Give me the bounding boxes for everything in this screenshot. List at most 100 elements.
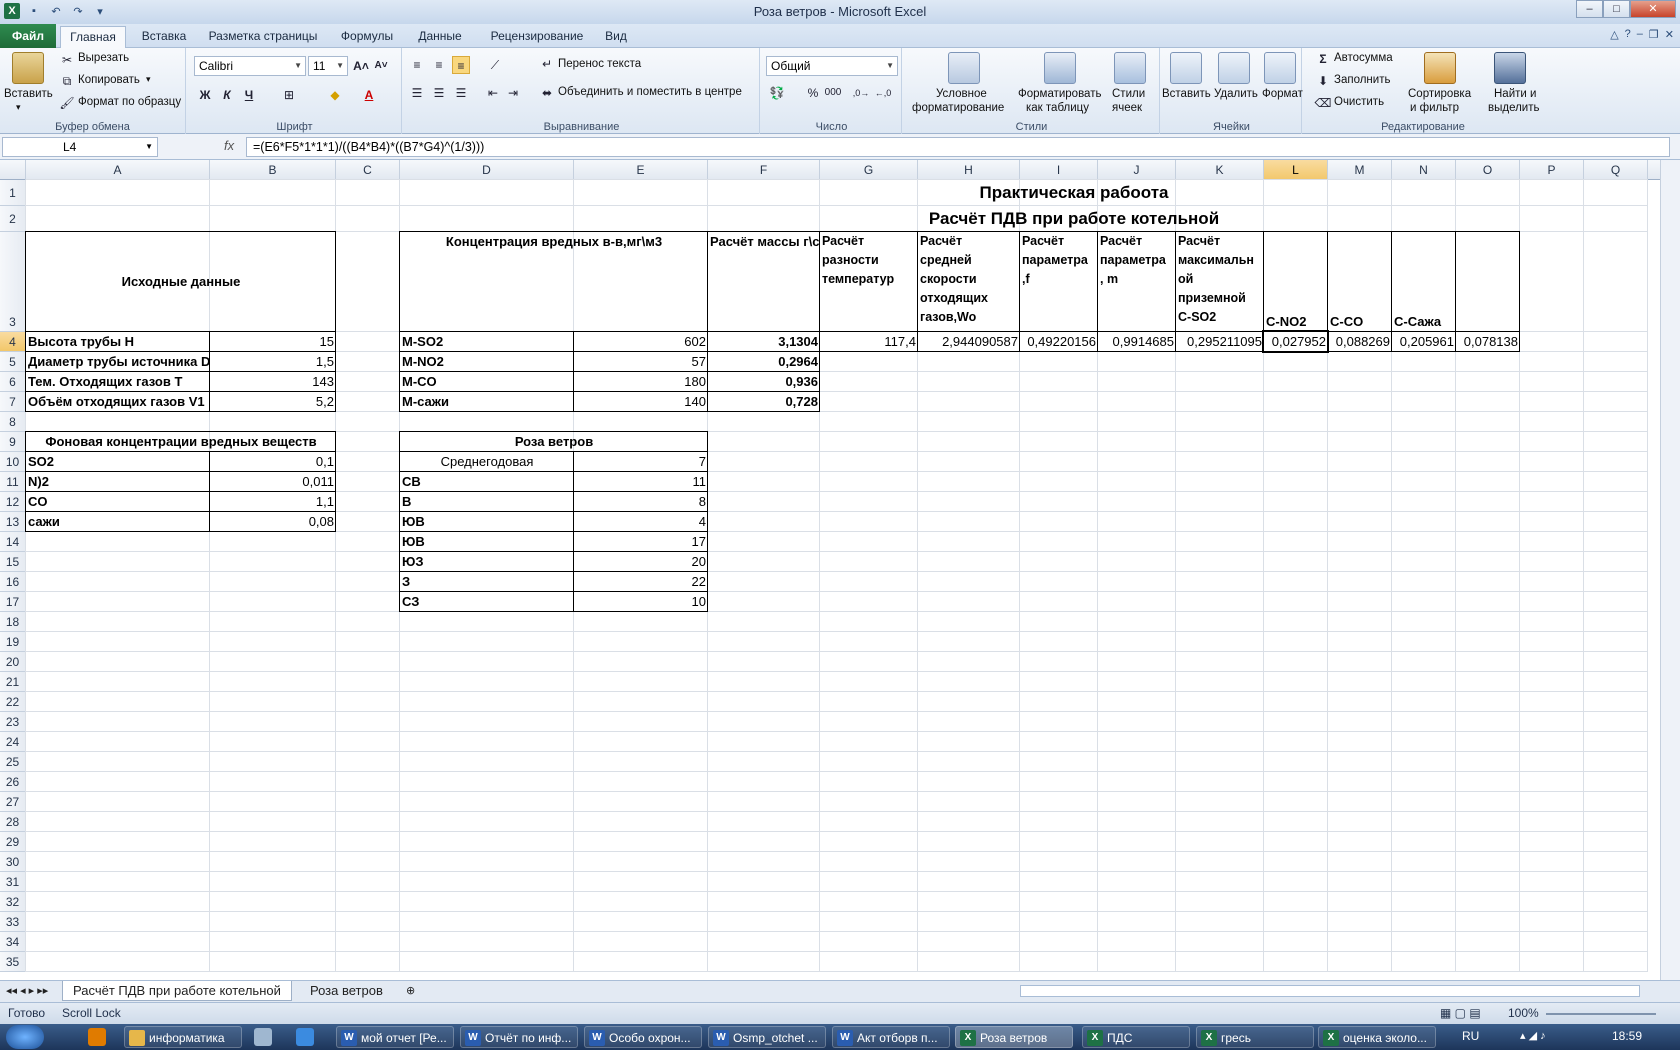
- taskbar-item[interactable]: информатика: [124, 1026, 242, 1048]
- cell-l4[interactable]: 0,027952: [1264, 332, 1328, 352]
- shrink-font-icon[interactable]: A˅: [372, 57, 390, 75]
- column-header-e[interactable]: E: [574, 160, 708, 180]
- taskbar-item[interactable]: Wмой отчет [Ре...: [336, 1026, 454, 1048]
- column-header-f[interactable]: F: [708, 160, 820, 180]
- cell-e5[interactable]: 57: [574, 352, 708, 372]
- ie-icon[interactable]: [296, 1028, 314, 1046]
- column-header-m[interactable]: M: [1328, 160, 1392, 180]
- column-header-j[interactable]: J: [1098, 160, 1176, 180]
- cell-e12[interactable]: 8: [574, 492, 708, 512]
- cell-j3[interactable]: Расчёт параметра , m: [1098, 232, 1176, 332]
- cell-a4[interactable]: Высота трубы H: [26, 332, 210, 352]
- copy-button[interactable]: Копировать: [78, 74, 140, 86]
- select-all-corner[interactable]: [0, 160, 26, 180]
- orientation-icon[interactable]: ⟋: [486, 56, 504, 74]
- cell-f7[interactable]: 0,728: [708, 392, 820, 412]
- notepad-icon[interactable]: [254, 1028, 272, 1046]
- worksheet[interactable]: ABCDEFGHIJKLMNOPQ 1 2 3 4 5 6 7 8 9 10 11 12 13 14 15 1…: [0, 160, 1660, 980]
- cell-grid[interactable]: Практическая рабоота Расчёт ПДВ при работ…: [25, 179, 1660, 980]
- row-header-21[interactable]: 21: [0, 672, 26, 692]
- paste-button[interactable]: Вставить: [4, 88, 53, 100]
- wind-rose-header[interactable]: Роза ветров: [400, 432, 708, 452]
- cell-a5[interactable]: Диаметр трубы источника D: [26, 352, 210, 372]
- sheet-nav-icon[interactable]: ◂◂ ◂ ▸ ▸▸: [4, 981, 50, 1001]
- column-header-o[interactable]: O: [1456, 160, 1520, 180]
- tab-page-layout[interactable]: Разметка страницы: [204, 24, 322, 48]
- row-header-10[interactable]: 10: [0, 452, 26, 472]
- row-header-3[interactable]: 3: [0, 232, 26, 332]
- cell-f6[interactable]: 0,936: [708, 372, 820, 392]
- decrease-decimal-icon[interactable]: ←,0: [874, 84, 892, 102]
- media-player-icon[interactable]: [88, 1028, 106, 1046]
- cell-styles-line2[interactable]: ячеек: [1112, 102, 1142, 114]
- sheet-title-2[interactable]: Расчёт ПДВ при работе котельной: [820, 206, 1328, 232]
- column-header-i[interactable]: I: [1020, 160, 1098, 180]
- thousands-icon[interactable]: 000: [824, 84, 842, 102]
- sheet-tab-active[interactable]: Расчёт ПДВ при работе котельной: [62, 981, 292, 1001]
- column-header-p[interactable]: P: [1520, 160, 1584, 180]
- cell-f5[interactable]: 0,2964: [708, 352, 820, 372]
- row-header-23[interactable]: 23: [0, 712, 26, 732]
- cell-e11[interactable]: 11: [574, 472, 708, 492]
- cell-a12[interactable]: CO: [26, 492, 210, 512]
- conditional-formatting-icon[interactable]: [948, 52, 980, 84]
- row-header-14[interactable]: 14: [0, 532, 26, 552]
- cell-a13[interactable]: сажи: [26, 512, 210, 532]
- mass-header[interactable]: Расчёт массы г\с: [708, 232, 820, 332]
- increase-decimal-icon[interactable]: ,0→: [852, 84, 870, 102]
- cell-d5[interactable]: M-NO2: [400, 352, 574, 372]
- clear-icon[interactable]: ⌫: [1314, 94, 1332, 112]
- source-data-header[interactable]: Исходные данные: [26, 232, 336, 332]
- new-sheet-icon[interactable]: ⊕: [396, 981, 425, 1001]
- tab-data[interactable]: Данные: [410, 24, 470, 48]
- align-right-icon[interactable]: ☰: [452, 84, 470, 102]
- sheet-tab[interactable]: Роза ветров: [300, 981, 393, 1001]
- wrap-text-button[interactable]: Перенос текста: [558, 58, 641, 70]
- horizontal-scrollbar[interactable]: [1020, 985, 1640, 997]
- insert-function-icon[interactable]: fx: [224, 138, 234, 153]
- tab-view[interactable]: Вид: [598, 24, 634, 48]
- cell-f4[interactable]: 3,1304: [708, 332, 820, 352]
- cell-j4[interactable]: 0,9914685: [1098, 332, 1176, 352]
- row-header-32[interactable]: 32: [0, 892, 26, 912]
- find-select-line1[interactable]: Найти и: [1494, 88, 1536, 100]
- zoom-slider[interactable]: [1546, 1013, 1656, 1015]
- view-buttons-icon[interactable]: ▦ ▢ ▤: [1440, 1006, 1481, 1020]
- cut-icon[interactable]: ✂: [58, 51, 76, 69]
- cell-d13[interactable]: ЮВ: [400, 512, 574, 532]
- autosum-button[interactable]: Автосумма: [1334, 52, 1393, 64]
- borders-icon[interactable]: ⊞: [280, 86, 298, 104]
- system-tray-icon[interactable]: ▴ ◢ ♪: [1520, 1029, 1546, 1042]
- delete-cells-button[interactable]: Удалить: [1214, 88, 1258, 100]
- insert-cells-button[interactable]: Вставить: [1162, 88, 1211, 100]
- cell-h4[interactable]: 2,944090587: [918, 332, 1020, 352]
- cell-d7[interactable]: M-сажи: [400, 392, 574, 412]
- column-header-n[interactable]: N: [1392, 160, 1456, 180]
- maximize-button[interactable]: □: [1603, 0, 1630, 18]
- find-select-line2[interactable]: выделить: [1488, 102, 1540, 114]
- cell-styles-icon[interactable]: [1114, 52, 1146, 84]
- cell-m4[interactable]: 0,088269: [1328, 332, 1392, 352]
- doc-restore-icon[interactable]: ❐: [1649, 28, 1659, 41]
- cell-g4[interactable]: 117,4: [820, 332, 918, 352]
- tab-insert[interactable]: Вставка: [134, 24, 194, 48]
- cell-a11[interactable]: N)2: [26, 472, 210, 492]
- vertical-scrollbar[interactable]: [1660, 160, 1680, 980]
- cell-d12[interactable]: В: [400, 492, 574, 512]
- column-header-b[interactable]: B: [210, 160, 336, 180]
- cell-b6[interactable]: 143: [210, 372, 336, 392]
- row-header-28[interactable]: 28: [0, 812, 26, 832]
- format-painter-button[interactable]: Формат по образцу: [78, 96, 181, 108]
- row-header-17[interactable]: 17: [0, 592, 26, 612]
- cell-d15[interactable]: ЮЗ: [400, 552, 574, 572]
- font-color-icon[interactable]: A: [360, 86, 378, 104]
- cell-e10[interactable]: 7: [574, 452, 708, 472]
- row-header-6[interactable]: 6: [0, 372, 26, 392]
- percent-icon[interactable]: %: [804, 84, 822, 102]
- font-size-combo[interactable]: 11 ▼: [308, 56, 348, 76]
- taskbar-item[interactable]: Xоценка эколо...: [1318, 1026, 1436, 1048]
- cell-m3[interactable]: C-CO: [1328, 232, 1392, 332]
- sort-filter-icon[interactable]: [1424, 52, 1456, 84]
- cell-e14[interactable]: 17: [574, 532, 708, 552]
- row-header-25[interactable]: 25: [0, 752, 26, 772]
